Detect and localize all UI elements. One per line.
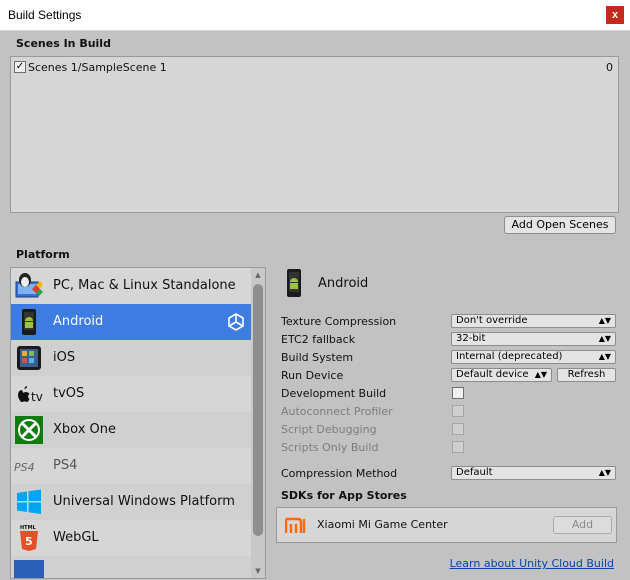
platform-list-scrollbar[interactable]: ▲ ▼	[251, 268, 265, 578]
platform-label: WebGL	[53, 530, 99, 545]
texture-compression-label: Texture Compression	[281, 315, 397, 328]
appletv-icon: tv	[18, 386, 43, 404]
scenes-in-build-header: Scenes In Build	[16, 37, 111, 50]
run-device-label: Run Device	[281, 369, 344, 382]
build-settings-panel: Scenes In Build ✓ Scenes 1/SampleScene 1…	[0, 31, 630, 580]
platform-header: Platform	[16, 248, 70, 261]
selected-platform-title: Android	[318, 276, 369, 291]
etc2-fallback-label: ETC2 fallback	[281, 333, 356, 346]
platform-list[interactable]: PC, Mac & Linux Standalone Android iOS t…	[10, 267, 266, 579]
facebook-icon	[14, 560, 44, 578]
pc-mac-linux-icon	[15, 273, 43, 298]
compression-method-label: Compression Method	[281, 467, 398, 480]
platform-label: PC, Mac & Linux Standalone	[53, 278, 236, 293]
dropdown-value: Don't override	[456, 315, 528, 326]
dropdown-arrow-icon: ▲▼	[598, 468, 611, 477]
platform-item-partial[interactable]	[11, 556, 251, 578]
script-debugging-label: Script Debugging	[281, 423, 377, 436]
sdk-item-xiaomi: Xiaomi Mi Game Center Add	[276, 507, 617, 543]
development-build-label: Development Build	[281, 387, 387, 400]
script-debugging-checkbox[interactable]	[452, 423, 464, 435]
refresh-button[interactable]: Refresh	[557, 368, 616, 382]
platform-label: Universal Windows Platform	[53, 494, 235, 509]
dropdown-arrow-icon: ▲▼	[598, 334, 611, 343]
dropdown-value: 32-bit	[456, 333, 486, 344]
scenes-list[interactable]: ✓ Scenes 1/SampleScene 1 0	[10, 56, 619, 213]
platform-label: iOS	[53, 350, 76, 365]
title-bar: Build Settings x	[0, 0, 630, 31]
scene-row[interactable]: ✓ Scenes 1/SampleScene 1 0	[13, 60, 616, 76]
unity-cloud-build-link[interactable]: Learn about Unity Cloud Build	[450, 557, 614, 570]
close-button[interactable]: x	[606, 6, 624, 24]
windows-icon	[17, 489, 41, 514]
platform-item-uwp[interactable]: Universal Windows Platform	[11, 484, 251, 520]
etc2-fallback-dropdown[interactable]: 32-bit ▲▼	[451, 332, 616, 346]
android-icon	[22, 309, 36, 335]
svg-text:PS4: PS4	[14, 461, 35, 474]
dropdown-arrow-icon: ▲▼	[598, 316, 611, 325]
dropdown-value: Default	[456, 467, 493, 478]
svg-text:HTML: HTML	[20, 525, 37, 531]
build-system-label: Build System	[281, 351, 354, 364]
scene-include-checkbox[interactable]: ✓	[14, 61, 26, 73]
development-build-checkbox[interactable]	[452, 387, 464, 399]
scroll-thumb[interactable]	[253, 284, 263, 536]
platform-label: tvOS	[53, 386, 85, 401]
autoconnect-profiler-checkbox[interactable]	[452, 405, 464, 417]
dropdown-value: Default device	[456, 369, 529, 380]
add-open-scenes-button[interactable]: Add Open Scenes	[504, 216, 616, 234]
platform-label: Xbox One	[53, 422, 117, 437]
platform-label: PS4	[53, 458, 78, 473]
sdk-label: Xiaomi Mi Game Center	[317, 518, 448, 531]
platform-item-webgl[interactable]: HTML 5 WebGL	[11, 520, 251, 556]
add-sdk-button[interactable]: Add	[553, 516, 612, 534]
platform-item-ios[interactable]: iOS	[11, 340, 251, 376]
scripts-only-build-label: Scripts Only Build	[281, 441, 379, 454]
android-device-icon	[287, 269, 301, 297]
platform-item-tvos[interactable]: tv tvOS	[11, 376, 251, 412]
unity-icon	[228, 313, 244, 331]
platform-settings-panel: Android Texture Compression Don't overri…	[276, 267, 626, 579]
build-system-dropdown[interactable]: Internal (deprecated) ▲▼	[451, 350, 616, 364]
texture-compression-dropdown[interactable]: Don't override ▲▼	[451, 314, 616, 328]
dropdown-value: Internal (deprecated)	[456, 351, 563, 362]
scripts-only-build-checkbox[interactable]	[452, 441, 464, 453]
scroll-down-arrow[interactable]: ▼	[253, 566, 263, 576]
html5-icon: HTML 5	[20, 525, 38, 551]
sdks-header: SDKs for App Stores	[281, 489, 407, 502]
dropdown-arrow-icon: ▲▼	[598, 352, 611, 361]
compression-method-dropdown[interactable]: Default ▲▼	[451, 466, 616, 480]
platform-item-xbox-one[interactable]: Xbox One	[11, 412, 251, 448]
autoconnect-profiler-label: Autoconnect Profiler	[281, 405, 393, 418]
scene-index: 0	[606, 61, 613, 74]
xbox-icon	[15, 416, 43, 444]
dropdown-arrow-icon: ▲▼	[534, 370, 547, 379]
platform-item-android[interactable]: Android	[11, 304, 251, 340]
platform-label: Android	[53, 314, 104, 329]
xiaomi-icon	[285, 517, 307, 535]
platform-item-ps4[interactable]: PS4 PS4	[11, 448, 251, 484]
run-device-dropdown[interactable]: Default device ▲▼	[451, 368, 552, 382]
platform-item-standalone[interactable]: PC, Mac & Linux Standalone	[11, 268, 251, 304]
window-title: Build Settings	[8, 8, 82, 22]
scene-name: Scenes 1/SampleScene 1	[28, 61, 167, 74]
svg-text:5: 5	[25, 535, 33, 548]
ps4-icon: PS4	[14, 461, 35, 474]
scroll-up-arrow[interactable]: ▲	[253, 270, 263, 280]
ios-icon	[17, 346, 41, 370]
svg-text:tv: tv	[31, 390, 43, 404]
